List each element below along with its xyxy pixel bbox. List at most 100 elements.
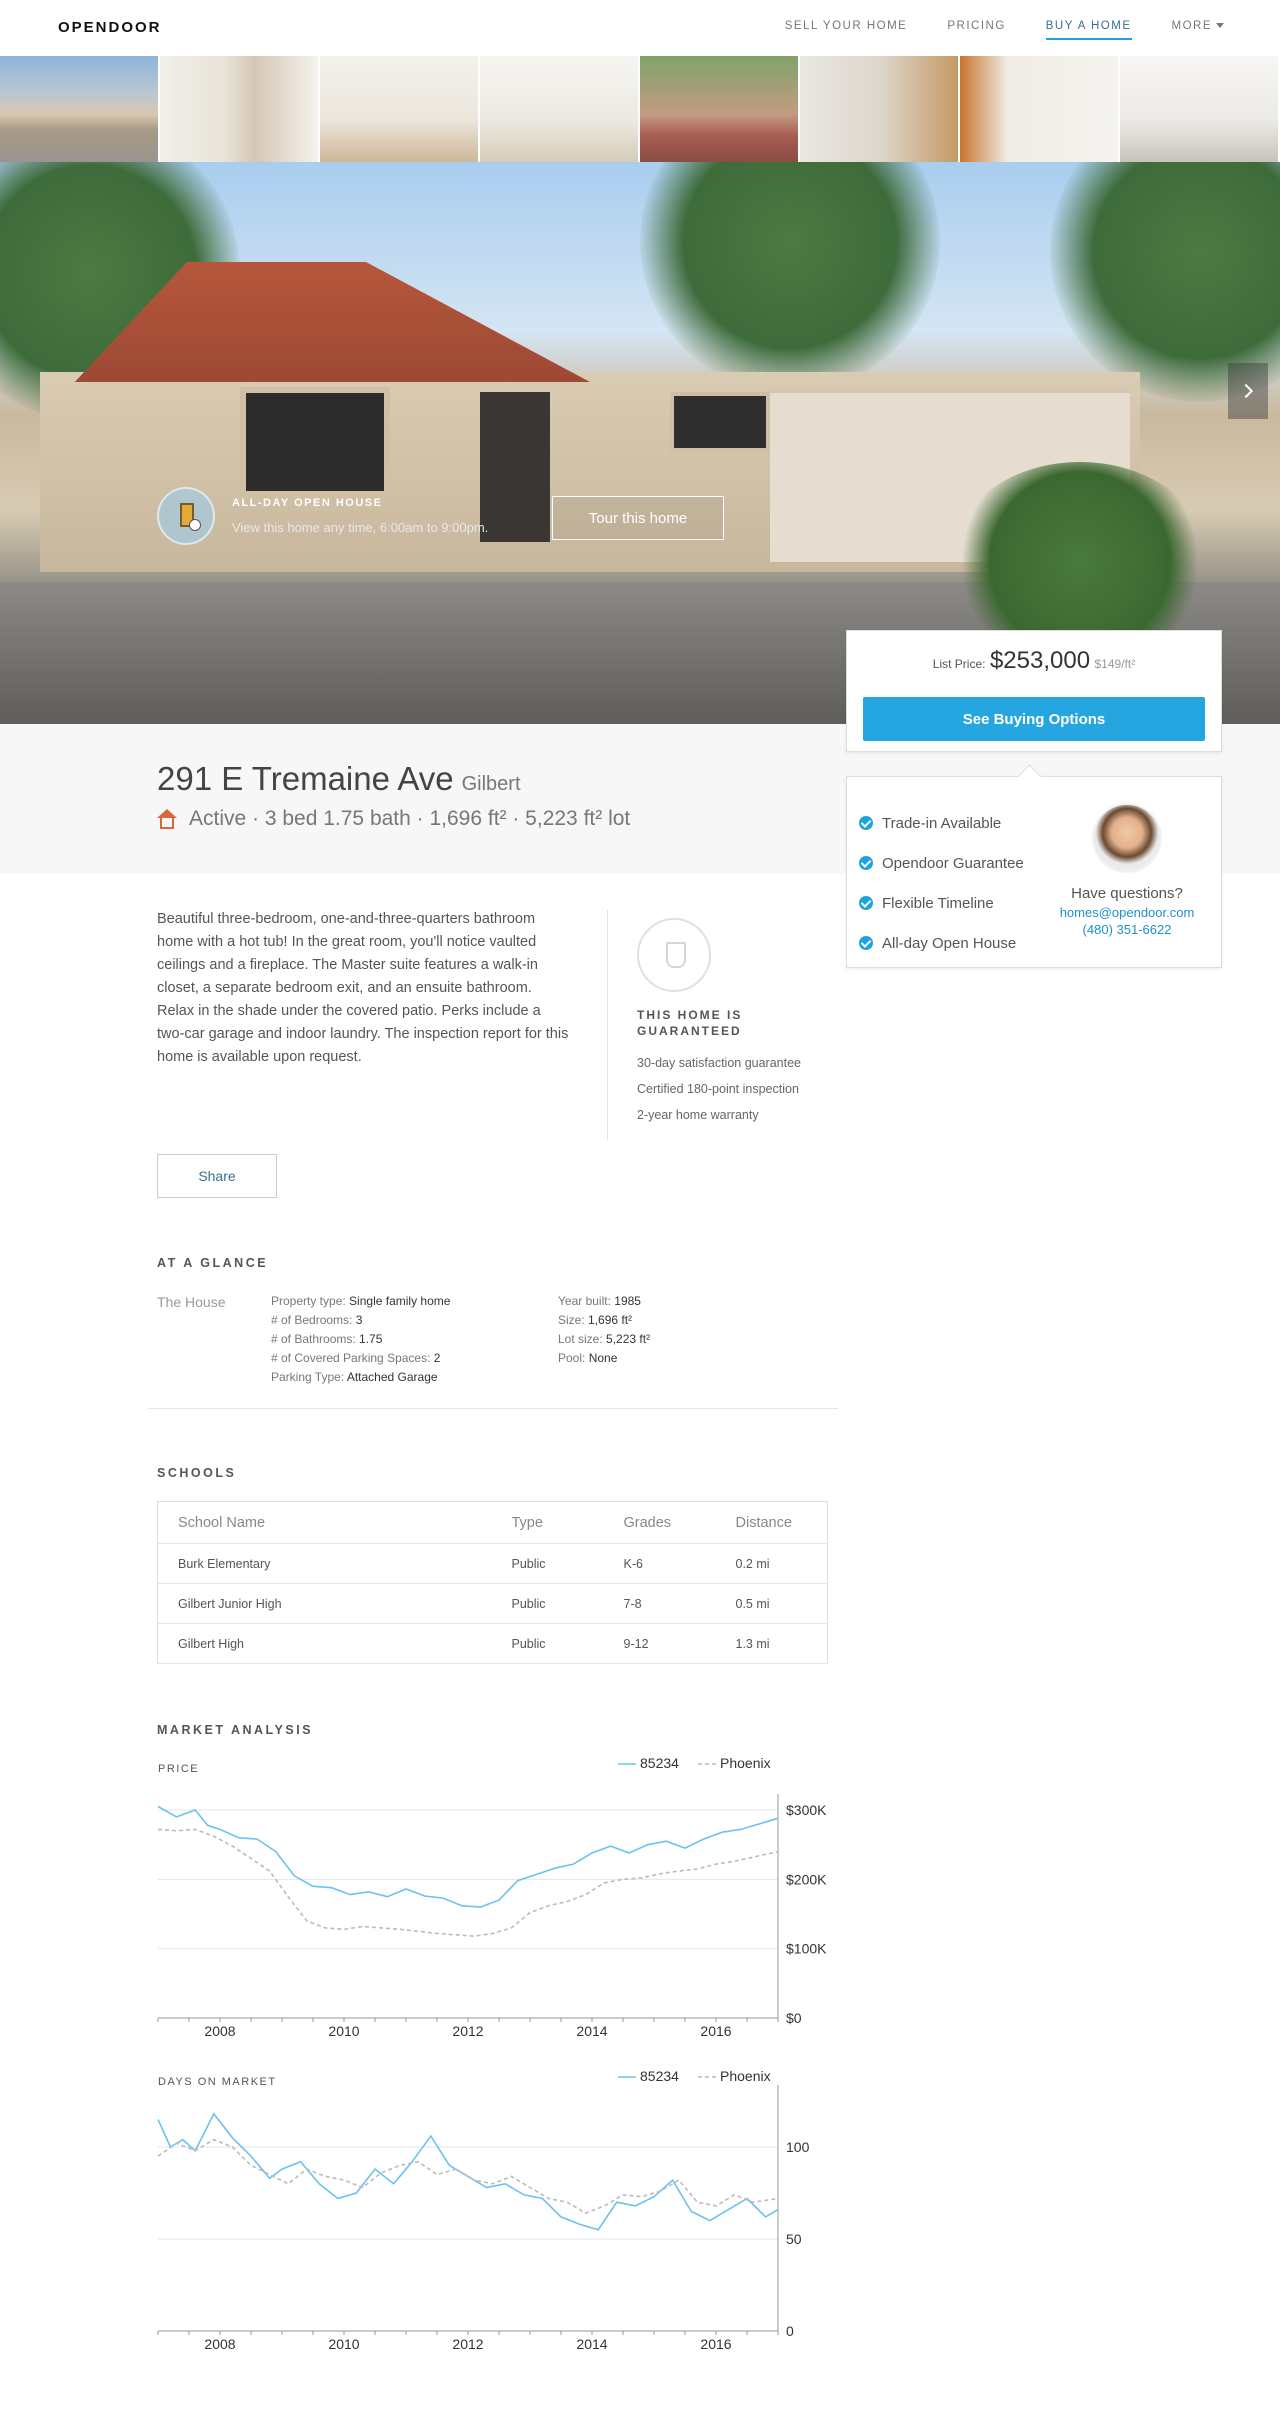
at-a-glance-title: AT A GLANCE: [157, 1256, 269, 1270]
x-tick-label: 2012: [452, 2336, 483, 2352]
table-header-row: School Name Type Grades Distance: [157, 1501, 828, 1544]
fact-row: Year built: 1985: [558, 1292, 650, 1311]
listing-description: Beautiful three-bedroom, one-and-three-q…: [157, 911, 569, 1065]
open-house-title: ALL-DAY OPEN HOUSE: [232, 497, 383, 509]
table-row: Gilbert High Public 9-12 1.3 mi: [157, 1623, 828, 1664]
opendoor-logo[interactable]: OPENDOOR: [58, 19, 162, 36]
guarantee-badge-icon: [637, 918, 711, 992]
feature-item: Flexible Timeline: [859, 883, 1024, 923]
fact-key: Property type:: [271, 1294, 350, 1308]
x-tick-label: 2014: [576, 2336, 607, 2352]
chart-title: PRICE: [158, 1763, 199, 1775]
fact-value: 1,696 ft²: [588, 1313, 633, 1327]
fact-key: # of Bedrooms:: [271, 1313, 356, 1327]
legend-label: 85234: [640, 1755, 679, 1771]
fact-row: Property type: Single family home: [271, 1292, 450, 1311]
x-tick-label: 2016: [700, 2336, 731, 2352]
agent-email-link[interactable]: homes@opendoor.com: [1037, 905, 1217, 920]
feature-list: Trade-in Available Opendoor Guarantee Fl…: [859, 803, 1024, 963]
x-tick-label: 2008: [204, 2336, 235, 2352]
fact-key: Size:: [558, 1313, 589, 1327]
photo-thumbnail[interactable]: [640, 56, 800, 162]
fact-key: # of Covered Parking Spaces:: [271, 1351, 434, 1365]
feature-item: Opendoor Guarantee: [859, 843, 1024, 883]
see-buying-options-button[interactable]: See Buying Options: [863, 697, 1205, 741]
fact-value: 3: [355, 1313, 363, 1327]
photo-thumbnail-strip: [0, 56, 1280, 162]
list-price: $253,000: [989, 647, 1091, 674]
fact-row: Lot size: 5,223 ft²: [558, 1330, 650, 1349]
house-icon: [157, 809, 177, 829]
school-type: Public: [491, 1583, 604, 1624]
column-header: School Name: [157, 1501, 492, 1544]
divider: [607, 910, 608, 1140]
feature-item: All-day Open House: [859, 923, 1024, 963]
y-tick-label: 50: [786, 2231, 802, 2247]
guarantee-item: 2-year home warranty: [637, 1108, 759, 1122]
school-name: Gilbert Junior High: [157, 1583, 492, 1624]
agent-phone-link[interactable]: (480) 351-6622: [1037, 922, 1217, 937]
y-tick-label: $100K: [786, 1941, 827, 1957]
fact-key: Year built:: [558, 1294, 615, 1308]
x-tick-label: 2010: [328, 2023, 359, 2039]
nav-more[interactable]: MORE: [1172, 20, 1224, 40]
share-button[interactable]: Share: [157, 1154, 277, 1198]
fact-row: # of Bedrooms: 3: [271, 1311, 450, 1330]
photo-thumbnail[interactable]: [480, 56, 640, 162]
schools-title: SCHOOLS: [157, 1466, 237, 1480]
school-distance: 1.3 mi: [715, 1623, 828, 1664]
price-chart: PRICE $0 $100K $200K $300K 2008 2010 2012 2014 20…: [157, 1755, 827, 2039]
next-photo-button[interactable]: [1228, 363, 1268, 419]
fact-row: Pool: None: [558, 1349, 650, 1368]
open-house-icon: [157, 487, 215, 545]
schools-table: School Name Type Grades Distance Burk El…: [157, 1501, 828, 1664]
x-tick-label: 2012: [452, 2023, 483, 2039]
nav-buy-a-home[interactable]: BUY A HOME: [1045, 20, 1132, 40]
fact-value: 1.75: [359, 1332, 383, 1346]
nav-links: SELL YOUR HOME PRICING BUY A HOME MORE: [745, 20, 1224, 40]
photo-thumbnail[interactable]: [800, 56, 960, 162]
column-header: Grades: [603, 1501, 716, 1544]
house-facts-right: Year built: 1985 Size: 1,696 ft² Lot siz…: [558, 1292, 650, 1368]
fact-row: Parking Type: Attached Garage: [271, 1368, 450, 1387]
fact-key: Parking Type:: [271, 1370, 347, 1384]
legend-label: 85234: [640, 2068, 679, 2084]
feature-label: Flexible Timeline: [882, 894, 994, 912]
price-card: List Price: $253,000 $149/ft² See Buying…: [846, 630, 1222, 752]
house-facts-left: Property type: Single family home # of B…: [271, 1292, 450, 1387]
table-row: Burk Elementary Public K-6 0.2 mi: [157, 1543, 828, 1584]
x-tick-label: 2016: [700, 2023, 731, 2039]
feature-item: Trade-in Available: [859, 803, 1024, 843]
nav-sell-your-home[interactable]: SELL YOUR HOME: [785, 20, 908, 40]
fact-row: # of Covered Parking Spaces: 2: [271, 1349, 450, 1368]
table-row: Gilbert Junior High Public 7-8 0.5 mi: [157, 1583, 828, 1624]
check-icon: [859, 856, 873, 870]
feature-label: All-day Open House: [882, 934, 1017, 952]
chevron-down-icon: [1216, 23, 1224, 29]
nav-pricing[interactable]: PRICING: [947, 20, 1005, 40]
y-tick-label: 100: [786, 2139, 810, 2155]
divider: [148, 1408, 838, 1409]
y-tick-label: $0: [786, 2010, 802, 2026]
agent-question: Have questions?: [1071, 885, 1183, 902]
hero-photo-tree: [640, 162, 940, 392]
listing-city: Gilbert: [461, 773, 521, 795]
price-label: List Price:: [932, 657, 986, 671]
fact-key: # of Bathrooms:: [271, 1332, 360, 1346]
fact-value: Attached Garage: [346, 1370, 438, 1384]
fact-value: None: [588, 1351, 618, 1365]
fact-key: Lot size:: [558, 1332, 607, 1346]
photo-thumbnail[interactable]: [320, 56, 480, 162]
photo-thumbnail[interactable]: [160, 56, 320, 162]
tour-this-home-button[interactable]: Tour this home: [552, 496, 724, 540]
check-icon: [859, 896, 873, 910]
photo-thumbnail[interactable]: [1120, 56, 1280, 162]
fact-key: Pool:: [558, 1351, 589, 1365]
top-nav: OPENDOOR SELL YOUR HOME PRICING BUY A HO…: [0, 0, 1280, 56]
photo-thumbnail[interactable]: [960, 56, 1120, 162]
y-tick-label: $200K: [786, 1871, 827, 1887]
hero-photo-window: [670, 392, 770, 452]
features-card: Trade-in Available Opendoor Guarantee Fl…: [846, 776, 1222, 968]
price-line: List Price: $253,000 $149/ft²: [847, 647, 1221, 675]
photo-thumbnail[interactable]: [0, 56, 160, 162]
